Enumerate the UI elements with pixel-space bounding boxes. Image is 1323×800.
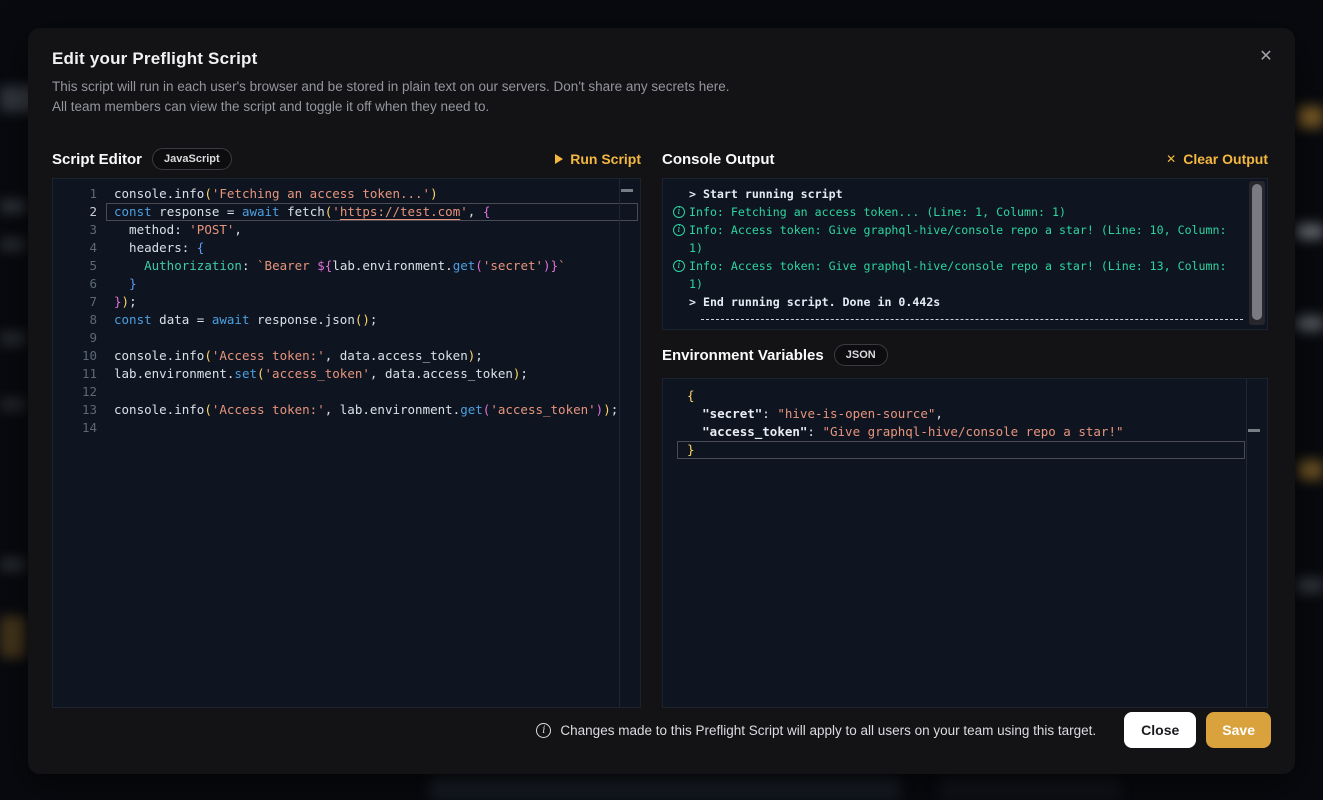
environment-variables-title: Environment Variables — [662, 347, 824, 364]
line-number: 8 — [53, 311, 97, 329]
env-json-line[interactable]: "secret": "hive-is-open-source", — [677, 405, 1245, 423]
line-number: 4 — [53, 239, 97, 257]
code-line[interactable]: 8const data = await response.json(); — [53, 311, 640, 329]
line-number: 11 — [53, 365, 97, 383]
play-icon — [555, 154, 563, 164]
env-json-line[interactable]: "access_token": "Give graphql-hive/conso… — [677, 423, 1245, 441]
code-line[interactable]: 1console.info('Fetching an access token.… — [53, 185, 640, 203]
console-line: iInfo: Access token: Give graphql-hive/c… — [669, 221, 1267, 257]
run-script-label: Run Script — [570, 151, 641, 167]
line-number: 14 — [53, 419, 97, 437]
run-script-button[interactable]: Run Script — [555, 151, 641, 167]
env-overview-ruler-cursor-mark — [1248, 429, 1260, 432]
language-badge: JavaScript — [152, 148, 232, 170]
script-editor-title: Script Editor — [52, 151, 142, 168]
save-button[interactable]: Save — [1206, 712, 1271, 748]
code-line[interactable]: 2const response = await fetch('https://t… — [53, 203, 640, 221]
console-lines: > Start running scriptiInfo: Fetching an… — [669, 185, 1267, 320]
modal-description-line1: This script will run in each user's brow… — [52, 77, 729, 97]
console-scrollbar-thumb[interactable] — [1252, 184, 1262, 320]
console-line: iInfo: Access token: Give graphql-hive/c… — [669, 257, 1267, 293]
env-json-line[interactable]: } — [677, 441, 1245, 459]
modal-footer: i Changes made to this Preflight Script … — [52, 712, 1271, 748]
line-number: 13 — [53, 401, 97, 419]
json-badge: JSON — [834, 344, 888, 366]
line-number: 9 — [53, 329, 97, 347]
code-line[interactable]: 14 — [53, 419, 640, 437]
line-number: 5 — [53, 257, 97, 275]
overview-ruler — [619, 179, 620, 707]
env-json-line[interactable]: { — [677, 387, 1245, 405]
close-button[interactable]: Close — [1124, 712, 1196, 748]
console-scrollbar — [1249, 181, 1265, 325]
info-icon: i — [673, 224, 685, 236]
info-icon: i — [673, 260, 685, 272]
modal-title: Edit your Preflight Script — [52, 49, 257, 69]
code-line[interactable]: 12 — [53, 383, 640, 401]
close-icon[interactable]: ✕ — [1253, 44, 1279, 70]
console-separator — [701, 319, 1243, 320]
info-icon: i — [673, 206, 685, 218]
code-line[interactable]: 9 — [53, 329, 640, 347]
line-number: 3 — [53, 221, 97, 239]
footer-note: i Changes made to this Preflight Script … — [536, 723, 1096, 738]
line-number: 7 — [53, 293, 97, 311]
environment-variables-editor[interactable]: { "secret": "hive-is-open-source", "acce… — [662, 378, 1268, 708]
console-line: > End running script. Done in 0.442s — [669, 293, 1267, 311]
code-line[interactable]: 10console.info('Access token:', data.acc… — [53, 347, 640, 365]
code-line[interactable]: 5 Authorization: `Bearer ${lab.environme… — [53, 257, 640, 275]
info-icon: i — [536, 723, 551, 738]
line-number: 1 — [53, 185, 97, 203]
env-overview-ruler — [1246, 379, 1247, 707]
console-line: iInfo: Fetching an access token... (Line… — [669, 203, 1267, 221]
clear-output-label: Clear Output — [1183, 151, 1268, 167]
line-number: 10 — [53, 347, 97, 365]
console-line: > Start running script — [669, 185, 1267, 203]
right-panel: Console Output ✕ Clear Output > Start ru… — [662, 140, 1268, 708]
preflight-script-modal: ✕ Edit your Preflight Script This script… — [28, 28, 1295, 774]
code-line[interactable]: 7}); — [53, 293, 640, 311]
code-line[interactable]: 6 } — [53, 275, 640, 293]
console-output-body: > Start running scriptiInfo: Fetching an… — [662, 178, 1268, 330]
footer-note-text: Changes made to this Preflight Script wi… — [560, 723, 1096, 738]
code-line[interactable]: 13console.info('Access token:', lab.envi… — [53, 401, 640, 419]
code-line[interactable]: 3 method: 'POST', — [53, 221, 640, 239]
clear-output-button[interactable]: ✕ Clear Output — [1166, 151, 1268, 167]
line-number: 12 — [53, 383, 97, 401]
line-number: 6 — [53, 275, 97, 293]
script-editor-panel: Script Editor JavaScript Run Script 1con… — [52, 140, 641, 708]
code-line[interactable]: 4 headers: { — [53, 239, 640, 257]
console-output-title: Console Output — [662, 151, 775, 168]
clear-icon: ✕ — [1166, 152, 1176, 166]
code-line[interactable]: 11lab.environment.set('access_token', da… — [53, 365, 640, 383]
line-number: 2 — [53, 203, 97, 221]
modal-description: This script will run in each user's brow… — [52, 77, 729, 117]
overview-ruler-cursor-mark — [621, 189, 633, 192]
script-editor-code[interactable]: 1console.info('Fetching an access token.… — [52, 178, 641, 708]
modal-description-line2: All team members can view the script and… — [52, 97, 729, 117]
